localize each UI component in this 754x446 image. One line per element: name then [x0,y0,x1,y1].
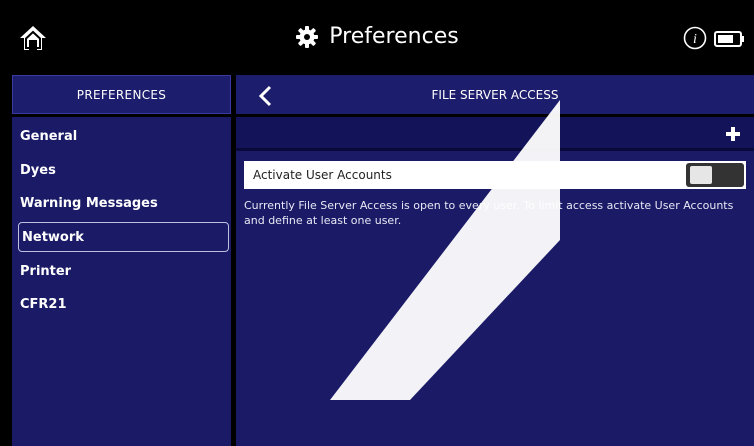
panel-header: FILE SERVER ACCESS [236,75,754,114]
toggle-knob [690,166,712,184]
sidebar-title: PREFERENCES [12,75,231,114]
panel-title: FILE SERVER ACCESS [431,87,559,102]
sidebar: PREFERENCES General Dyes Warning Message… [10,73,233,446]
page-header: Preferences [0,24,754,49]
sidebar-item-dyes[interactable]: Dyes [12,155,231,185]
page-title: Preferences [329,24,459,49]
chevron-left-icon[interactable] [258,85,272,107]
activate-user-accounts-label: Activate User Accounts [253,168,392,182]
sidebar-item-warning-messages[interactable]: Warning Messages [12,188,231,218]
activate-user-accounts-row: Activate User Accounts [244,161,746,189]
top-bar: Preferences i [0,0,754,72]
toolbar [236,117,754,151]
activate-user-accounts-toggle[interactable] [686,163,744,187]
gear-icon [296,25,319,48]
sidebar-item-general[interactable]: General [12,121,231,151]
main-panel: FILE SERVER ACCESS Activate User Account… [236,73,754,446]
sidebar-item-network[interactable]: Network [18,222,229,252]
panel-body: Activate User Accounts Currently File Se… [236,117,754,446]
info-icon[interactable]: i [683,26,707,50]
svg-text:i: i [693,32,697,47]
sidebar-item-printer[interactable]: Printer [12,256,231,286]
sidebar-list: General Dyes Warning Messages Network Pr… [12,117,231,446]
description-text: Currently File Server Access is open to … [244,199,734,227]
sidebar-item-cfr21[interactable]: CFR21 [12,289,231,319]
plus-icon[interactable] [726,127,740,141]
battery-icon [714,31,744,47]
